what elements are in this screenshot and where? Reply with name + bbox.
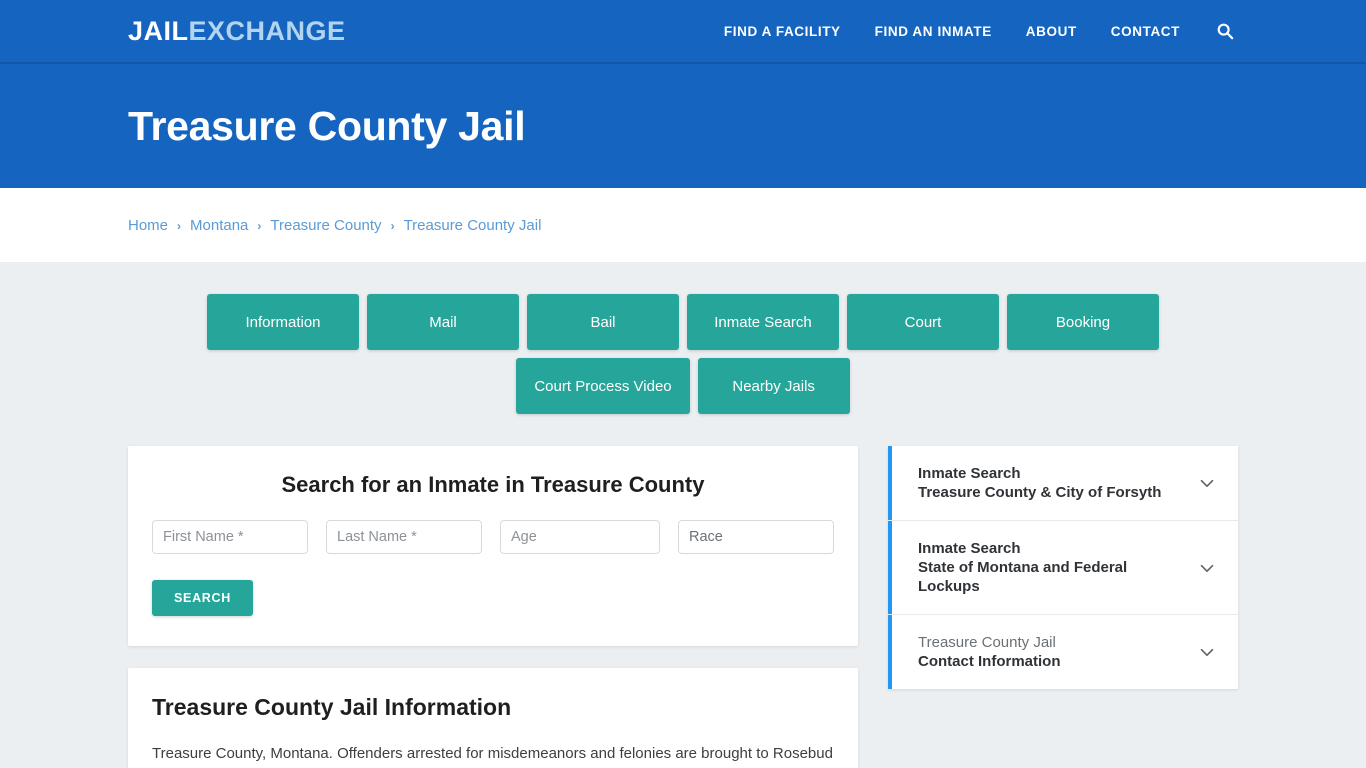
nav-item-find-an-inmate[interactable]: FIND AN INMATE: [875, 24, 992, 39]
hero-banner: Treasure County Jail: [0, 64, 1366, 188]
tab-court[interactable]: Court: [847, 294, 999, 350]
accordion-line1: Inmate Search: [918, 465, 1021, 482]
search-card-title: Search for an Inmate in Treasure County: [281, 472, 705, 497]
inmate-search-card: Search for an Inmate in Treasure County …: [128, 446, 858, 646]
breadcrumb-item-montana[interactable]: Montana: [190, 217, 248, 234]
site-logo[interactable]: JAILEXCHANGE: [128, 15, 346, 46]
breadcrumb: Home › Montana › Treasure County › Treas…: [128, 217, 541, 234]
age-input[interactable]: [500, 520, 660, 554]
tab-court-process-video[interactable]: Court Process Video: [516, 358, 690, 414]
breadcrumb-bar: Home › Montana › Treasure County › Treas…: [0, 188, 1366, 262]
accordion-item-inmate-search-county[interactable]: Inmate Search Treasure County & City of …: [888, 446, 1238, 521]
nav-item-about[interactable]: ABOUT: [1026, 24, 1077, 39]
chevron-right-icon: ›: [177, 219, 182, 233]
breadcrumb-item-treasure-county-jail[interactable]: Treasure County Jail: [404, 217, 542, 234]
search-button[interactable]: SEARCH: [152, 580, 253, 616]
nav-item-contact[interactable]: CONTACT: [1111, 24, 1180, 39]
site-header: JAILEXCHANGE FIND A FACILITY FIND AN INM…: [0, 0, 1366, 64]
main-navigation: FIND A FACILITY FIND AN INMATE ABOUT CON…: [724, 20, 1236, 42]
accordion-item-contact-information[interactable]: Treasure County Jail Contact Information: [888, 615, 1238, 689]
tab-bail[interactable]: Bail: [527, 294, 679, 350]
main-column: Search for an Inmate in Treasure County …: [128, 446, 858, 768]
race-select[interactable]: Race: [678, 520, 834, 554]
breadcrumb-item-treasure-county[interactable]: Treasure County: [270, 217, 381, 234]
accordion-line1: Inmate Search: [918, 540, 1021, 557]
accordion-text: Inmate Search Treasure County & City of …: [918, 464, 1184, 502]
chevron-down-icon: [1196, 641, 1218, 663]
sidebar-accordion: Inmate Search Treasure County & City of …: [888, 446, 1238, 689]
accordion-line2: Treasure County & City of Forsyth: [918, 484, 1162, 501]
chevron-right-icon: ›: [390, 219, 395, 233]
page-title: Treasure County Jail: [128, 102, 526, 149]
tab-booking[interactable]: Booking: [1007, 294, 1159, 350]
chevron-down-icon: [1196, 557, 1218, 579]
breadcrumb-item-home[interactable]: Home: [128, 217, 168, 234]
sidebar-column: Inmate Search Treasure County & City of …: [888, 446, 1238, 689]
nav-item-find-a-facility[interactable]: FIND A FACILITY: [724, 24, 841, 39]
last-name-input[interactable]: [326, 520, 482, 554]
chevron-right-icon: ›: [257, 219, 262, 233]
section-tabs: Information Mail Bail Inmate Search Cour…: [128, 294, 1238, 414]
jail-information-card: Treasure County Jail Information Treasur…: [128, 668, 858, 768]
info-paragraph: Treasure County, Montana. Offenders arre…: [152, 745, 833, 768]
tab-inmate-search[interactable]: Inmate Search: [687, 294, 839, 350]
accordion-text: Treasure County Jail Contact Information: [918, 633, 1184, 671]
search-fields: Race: [152, 520, 834, 554]
tab-nearby-jails[interactable]: Nearby Jails: [697, 358, 850, 414]
info-heading: Treasure County Jail Information: [152, 694, 512, 720]
page-body: Information Mail Bail Inmate Search Cour…: [0, 262, 1366, 768]
logo-text-primary: JAIL: [128, 15, 189, 46]
logo-text-secondary: EXCHANGE: [188, 15, 346, 46]
accordion-item-inmate-search-state[interactable]: Inmate Search State of Montana and Feder…: [888, 521, 1238, 615]
accordion-text: Inmate Search State of Montana and Feder…: [918, 539, 1184, 596]
first-name-input[interactable]: [152, 520, 308, 554]
accordion-line1: Treasure County Jail: [918, 634, 1056, 651]
accordion-line2: Contact Information: [918, 653, 1061, 670]
accordion-line2: State of Montana and Federal Lockups: [918, 559, 1128, 595]
search-icon[interactable]: [1214, 20, 1236, 42]
tab-information[interactable]: Information: [207, 294, 359, 350]
chevron-down-icon: [1196, 472, 1218, 494]
tab-mail[interactable]: Mail: [367, 294, 519, 350]
